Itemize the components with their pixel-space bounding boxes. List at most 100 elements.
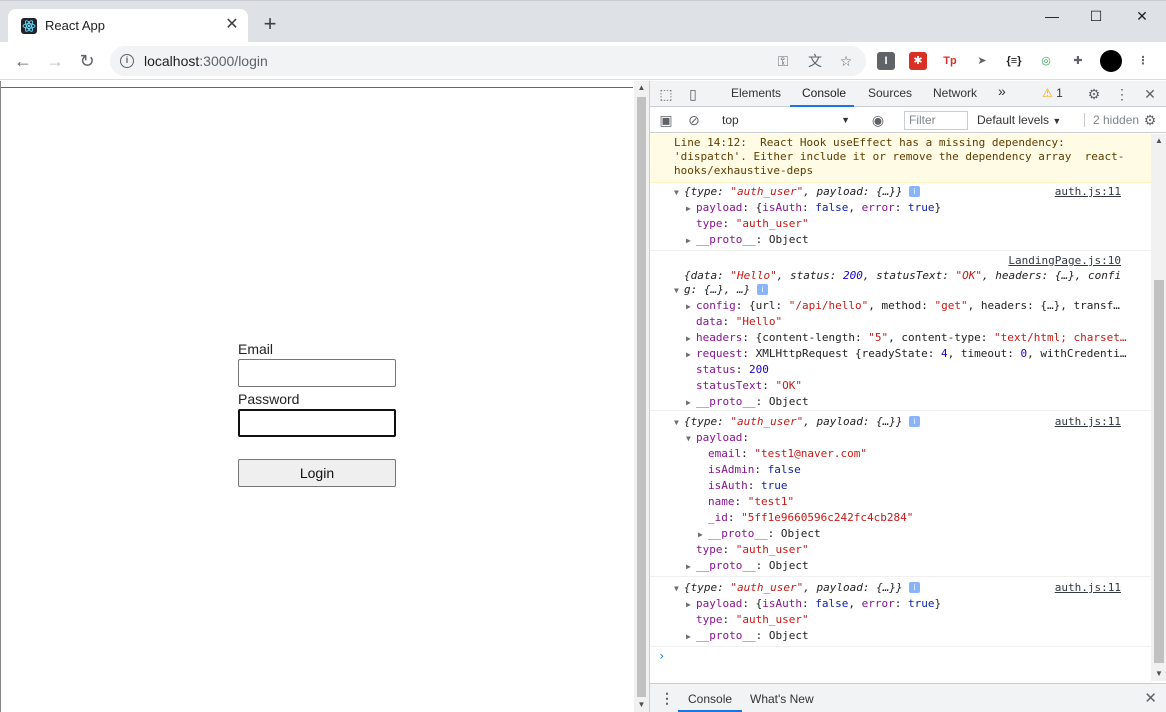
drawer-tab-console[interactable]: Console <box>688 692 732 706</box>
log-line[interactable]: ▶ __proto__: Object <box>686 558 809 574</box>
title-bar: React App ✕ + — ☐ ✕ <box>0 0 1166 43</box>
log-summary[interactable]: ▼ {type: "auth_user", payload: {…}} i <box>674 414 921 430</box>
warning-line: Line 14:12: React Hook useEffect has a m… <box>674 136 1065 149</box>
scroll-thumb[interactable] <box>637 97 646 697</box>
star-icon[interactable]: ☆ <box>837 52 855 70</box>
drawer-menu-icon[interactable]: ⋮ <box>660 690 674 707</box>
warning-counter[interactable]: ⚠ 1 <box>1042 86 1063 100</box>
log-line[interactable]: ▼ payload: <box>686 430 749 446</box>
source-link[interactable]: LandingPage.js:10 <box>1008 254 1121 267</box>
extensions-icon[interactable]: ✚ <box>1069 52 1087 70</box>
context-value: top <box>722 113 739 127</box>
device-toolbar-icon[interactable]: ▯ <box>683 84 703 104</box>
active-tab-indicator <box>790 105 854 107</box>
email-field[interactable] <box>238 359 396 387</box>
page-scrollbar[interactable]: ▲ ▼ <box>634 81 649 712</box>
menu-icon[interactable]: ⋮ <box>1134 52 1152 70</box>
tab-close-icon[interactable]: ✕ <box>224 17 240 33</box>
back-icon[interactable]: ← <box>12 50 34 72</box>
log-line[interactable]: ▶ config: {url: "/api/hello", method: "ge… <box>686 298 1120 314</box>
extension-tp-icon[interactable]: Tp <box>941 52 959 70</box>
translate-icon[interactable]: 文 <box>806 52 824 70</box>
warning-icon: ⚠ <box>1042 86 1053 100</box>
log-line: status: 200 <box>696 363 769 376</box>
log-line: type: "auth_user" <box>696 543 809 556</box>
new-tab-icon[interactable]: + <box>260 13 280 35</box>
log-summary[interactable]: ▼ {type: "auth_user", payload: {…}} i <box>674 580 921 596</box>
info-icon: i <box>756 284 768 295</box>
log-line[interactable]: ▶ payload: {isAuth: false, error: true} <box>686 596 941 612</box>
settings-gear-icon[interactable]: ⚙ <box>1084 84 1104 104</box>
warning-line: hooks/exhaustive-deps <box>674 164 814 177</box>
log-line: data: "Hello" <box>696 315 783 328</box>
extension-json-icon[interactable]: {≡} <box>1005 52 1023 70</box>
close-drawer-icon[interactable]: ✕ <box>1144 689 1157 707</box>
source-link[interactable]: auth.js:11 <box>1055 581 1121 594</box>
log-summary[interactable]: ▼ {type: "auth_user", payload: {…}} i <box>674 184 921 200</box>
levels-label: Default levels <box>977 113 1050 127</box>
close-devtools-icon[interactable]: ✕ <box>1140 84 1160 104</box>
clear-console-icon[interactable]: ⊘ <box>684 110 704 130</box>
log-line[interactable]: ▶ __proto__: Object <box>698 526 821 542</box>
console-filterbar: ▣ ⊘ top ▼ ◉ Filter Default levels ▼ 2 hid… <box>650 108 1166 133</box>
console-prompt-icon[interactable]: › <box>658 649 665 663</box>
avatar[interactable] <box>1100 50 1122 72</box>
site-info-icon[interactable]: i <box>120 54 134 68</box>
devtools-panel: ⬚ ▯ Elements Console Sources Network » ⚠… <box>649 81 1166 712</box>
scroll-up-icon[interactable]: ▲ <box>1151 134 1166 148</box>
extension-i-icon[interactable]: I <box>877 52 895 70</box>
password-field[interactable] <box>238 409 396 437</box>
log-line: _id: "5ff1e9660596c242fc4cb284" <box>708 511 914 524</box>
console-scrollbar[interactable]: ▲ ▼ <box>1151 134 1166 681</box>
email-label: Email <box>238 341 274 357</box>
info-icon: i <box>909 416 921 427</box>
key-icon[interactable]: ⚿ <box>774 52 792 70</box>
reload-icon[interactable]: ↻ <box>76 50 98 72</box>
close-window-icon[interactable]: ✕ <box>1127 5 1157 27</box>
scroll-down-icon[interactable]: ▼ <box>1151 667 1166 681</box>
sidebar-toggle-icon[interactable]: ▣ <box>656 110 676 130</box>
live-expression-eye-icon[interactable]: ◉ <box>868 110 888 130</box>
log-line: type: "auth_user" <box>696 613 809 626</box>
log-levels-dropdown[interactable]: Default levels ▼ <box>977 113 1061 127</box>
customize-menu-icon[interactable]: ⋮ <box>1112 84 1132 104</box>
forward-icon[interactable]: → <box>44 50 66 72</box>
extension-red-icon[interactable]: ✱ <box>909 52 927 70</box>
log-line[interactable]: ▶ request: XMLHttpRequest {readyState: 4,… <box>686 346 1127 362</box>
extension-cursor-icon[interactable]: ➤ <box>973 52 991 70</box>
info-icon: i <box>909 582 921 593</box>
scroll-thumb[interactable] <box>1154 280 1164 663</box>
log-line[interactable]: ▶ headers: {content-length: "5", content-… <box>686 330 1127 346</box>
filter-input[interactable]: Filter <box>904 111 968 130</box>
console-settings-gear-icon[interactable]: ⚙ <box>1140 110 1160 130</box>
caret-down-icon: ▼ <box>1052 116 1062 126</box>
console-output: Line 14:12: React Hook useEffect has a m… <box>650 134 1151 681</box>
log-summary[interactable]: ▼ g: {…}, …} i <box>674 282 768 298</box>
source-link[interactable]: auth.js:11 <box>1055 185 1121 198</box>
more-tabs-icon[interactable]: » <box>998 83 1006 99</box>
log-line[interactable]: ▶ __proto__: Object <box>686 232 809 248</box>
tab-console[interactable]: Console <box>802 86 846 100</box>
minimize-icon[interactable]: — <box>1037 5 1067 27</box>
tab-elements[interactable]: Elements <box>731 86 781 100</box>
scroll-up-icon[interactable]: ▲ <box>634 81 649 95</box>
console-entry: auth.js:11 ▼ {type: "auth_user", payload:… <box>650 183 1151 251</box>
browser-tab[interactable]: React App ✕ <box>8 9 248 43</box>
url-text: localhost:3000/login <box>144 53 268 69</box>
maximize-icon[interactable]: ☐ <box>1081 5 1111 27</box>
context-selector[interactable]: top ▼ <box>716 111 854 129</box>
inspect-icon[interactable]: ⬚ <box>656 84 676 104</box>
log-line[interactable]: ▶ __proto__: Object <box>686 394 809 410</box>
devtools-tabbar: ⬚ ▯ Elements Console Sources Network » ⚠… <box>650 81 1166 107</box>
log-line[interactable]: ▶ payload: {isAuth: false, error: true} <box>686 200 941 216</box>
login-button[interactable]: Login <box>238 459 396 487</box>
log-line[interactable]: ▶ __proto__: Object <box>686 628 809 644</box>
console-entry: auth.js:11 ▼ {type: "auth_user", payload:… <box>650 579 1151 647</box>
address-bar[interactable]: i localhost:3000/login ⚿ 文 ☆ <box>110 46 866 76</box>
source-link[interactable]: auth.js:11 <box>1055 415 1121 428</box>
extension-green-icon[interactable]: ◎ <box>1037 52 1055 70</box>
tab-sources[interactable]: Sources <box>868 86 912 100</box>
scroll-down-icon[interactable]: ▼ <box>634 698 649 712</box>
drawer-tab-whats-new[interactable]: What's New <box>750 692 814 706</box>
tab-network[interactable]: Network <box>933 86 977 100</box>
